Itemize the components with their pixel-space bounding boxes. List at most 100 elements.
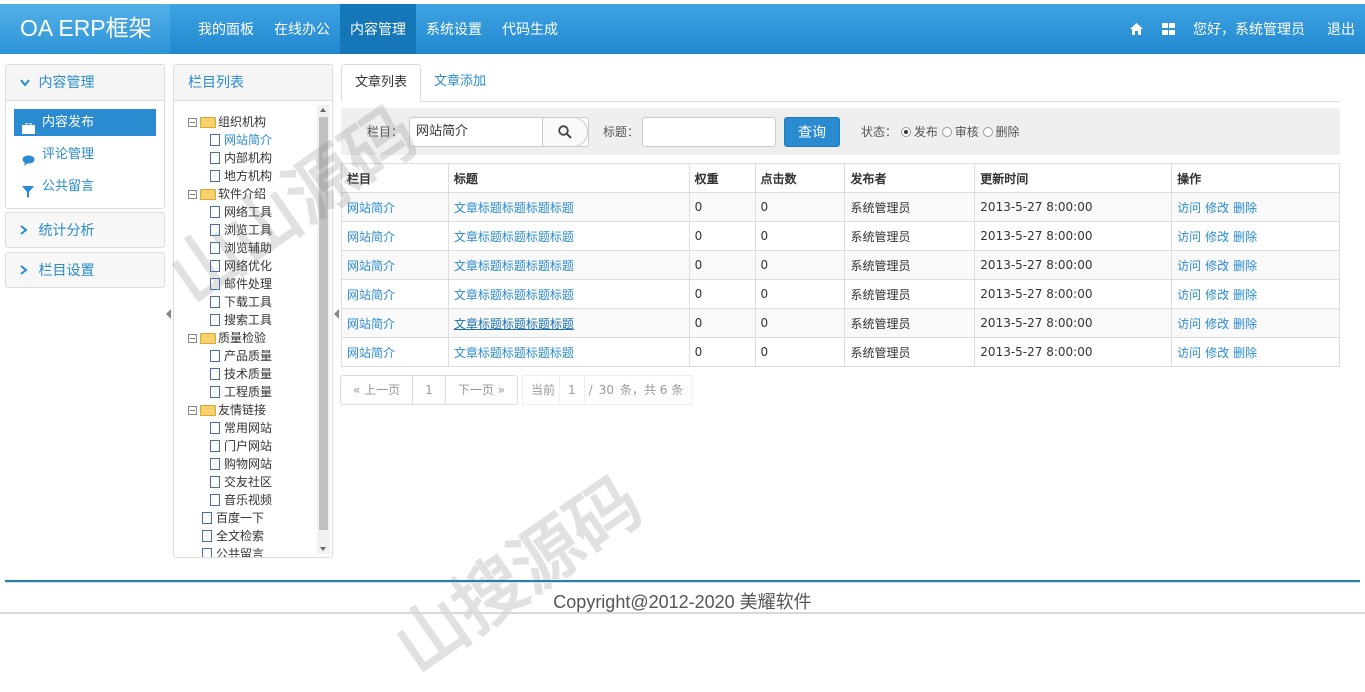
- tree-scrollbar[interactable]: [317, 105, 330, 554]
- row-column-link-text[interactable]: 网站简介: [347, 288, 395, 302]
- row-column-link-text[interactable]: 网站简介: [347, 230, 395, 244]
- edit-link[interactable]: 修改: [1205, 201, 1229, 215]
- row-column-link[interactable]: 网站简介: [341, 221, 449, 251]
- row-title-link[interactable]: 文章标题标题标题标题: [447, 279, 690, 309]
- status-radio-publish[interactable]: 发布: [900, 125, 938, 139]
- tree-node[interactable]: − 组织机构: [188, 113, 272, 131]
- radio-checked-icon[interactable]: [900, 127, 911, 137]
- current-page-input[interactable]: 1: [559, 375, 585, 405]
- row-title-link-text[interactable]: 文章标题标题标题标题: [454, 317, 574, 331]
- row-column-link[interactable]: 网站简介: [341, 192, 449, 222]
- tree-leaf-node[interactable]: 搜索工具: [188, 311, 272, 329]
- edit-link[interactable]: 修改: [1205, 346, 1229, 360]
- status-radio-review[interactable]: 审核: [941, 125, 979, 139]
- tree-leaf-node[interactable]: 购物网站: [188, 455, 272, 473]
- nav-item-dashboard[interactable]: 我的面板: [188, 4, 264, 54]
- scroll-thumb[interactable]: [319, 117, 328, 530]
- collapse-left-icon[interactable]: [334, 309, 339, 319]
- sidebar-group-stats[interactable]: 统计分析: [5, 212, 165, 248]
- tree-leaf-node[interactable]: 常用网站: [188, 419, 272, 437]
- row-title-link-text[interactable]: 文章标题标题标题标题: [454, 288, 574, 302]
- row-column-link-text[interactable]: 网站简介: [347, 317, 395, 331]
- edit-link[interactable]: 修改: [1205, 288, 1229, 302]
- collapse-toggle-icon[interactable]: −: [188, 189, 197, 199]
- edit-link[interactable]: 修改: [1205, 230, 1229, 244]
- visit-link[interactable]: 访问: [1177, 201, 1201, 215]
- tree-leaf-node[interactable]: 交友社区: [188, 473, 272, 491]
- radio-icon[interactable]: [982, 127, 993, 137]
- edit-link[interactable]: 修改: [1205, 259, 1229, 273]
- tree-leaf-node[interactable]: 浏览辅助: [188, 239, 272, 257]
- tree-scroll-area[interactable]: − 组织机构 网站简介 内部机构 地方机构 − 软件介绍 网络工具 浏览工具 浏览辅助 网络优化 邮件…: [174, 102, 332, 557]
- nav-item-settings[interactable]: 系统设置: [416, 4, 492, 54]
- delete-link[interactable]: 删除: [1233, 346, 1257, 360]
- col-header-clicks[interactable]: 点击数: [754, 163, 846, 193]
- row-title-link[interactable]: 文章标题标题标题标题: [447, 221, 690, 251]
- page-number-button[interactable]: 1: [412, 375, 446, 405]
- delete-link[interactable]: 删除: [1233, 259, 1257, 273]
- sidebar-group-columns[interactable]: 栏目设置: [5, 252, 165, 288]
- collapse-toggle-icon[interactable]: −: [188, 333, 197, 343]
- sidebar-section-header[interactable]: 内容管理: [6, 65, 164, 101]
- row-title-link[interactable]: 文章标题标题标题标题: [447, 250, 690, 280]
- visit-link[interactable]: 访问: [1177, 346, 1201, 360]
- row-column-link[interactable]: 网站简介: [341, 279, 449, 309]
- title-input[interactable]: [642, 117, 776, 147]
- nav-item-office[interactable]: 在线办公: [264, 4, 340, 54]
- grid-icon[interactable]: [1161, 22, 1175, 36]
- nav-item-content[interactable]: 内容管理: [340, 4, 416, 54]
- col-header-title[interactable]: 标题: [447, 163, 690, 193]
- tree-leaf-node[interactable]: 音乐视频: [188, 491, 272, 509]
- query-button[interactable]: 查询: [784, 117, 840, 147]
- row-title-link[interactable]: 文章标题标题标题标题: [447, 337, 690, 367]
- tree-node[interactable]: − 质量检验: [188, 329, 272, 347]
- row-column-link[interactable]: 网站简介: [341, 337, 449, 367]
- table-row[interactable]: 网站简介 文章标题标题标题标题 0 0 系统管理员 2013-5-27 8:00:00 访问…: [341, 221, 1340, 251]
- tab-article-add[interactable]: 文章添加: [421, 64, 499, 102]
- tree-leaf-node[interactable]: 下载工具: [188, 293, 272, 311]
- collapse-left-icon[interactable]: [166, 309, 171, 319]
- next-page-button[interactable]: 下一页 »: [444, 375, 518, 405]
- home-icon[interactable]: [1129, 22, 1143, 36]
- radio-icon[interactable]: [941, 127, 952, 137]
- tree-leaf-node[interactable]: 技术质量: [188, 365, 272, 383]
- tree-leaf-node[interactable]: 网站简介: [188, 131, 272, 149]
- delete-link[interactable]: 删除: [1233, 317, 1257, 331]
- visit-link[interactable]: 访问: [1177, 259, 1201, 273]
- row-column-link-text[interactable]: 网站简介: [347, 201, 395, 215]
- delete-link[interactable]: 删除: [1233, 288, 1257, 302]
- delete-link[interactable]: 删除: [1233, 230, 1257, 244]
- status-radio-deleted[interactable]: 删除: [982, 125, 1020, 139]
- tree-node[interactable]: 全文检索: [188, 527, 272, 545]
- delete-link[interactable]: 删除: [1233, 201, 1257, 215]
- row-column-link-text[interactable]: 网站简介: [347, 259, 395, 273]
- row-title-link[interactable]: 文章标题标题标题标题: [447, 308, 690, 338]
- tree-leaf-node[interactable]: 内部机构: [188, 149, 272, 167]
- sidebar-item-comments[interactable]: 评论管理: [14, 141, 156, 168]
- logout-link[interactable]: 退出: [1327, 19, 1355, 39]
- edit-link[interactable]: 修改: [1205, 317, 1229, 331]
- row-column-link-text[interactable]: 网站简介: [347, 346, 395, 360]
- row-title-link-text[interactable]: 文章标题标题标题标题: [454, 346, 574, 360]
- scroll-up-icon[interactable]: [320, 108, 326, 112]
- app-brand[interactable]: OA ERP框架: [0, 4, 170, 54]
- tree-splitter[interactable]: [334, 64, 340, 564]
- tree-node[interactable]: − 软件介绍: [188, 185, 272, 203]
- tree-leaf-node[interactable]: 工程质量: [188, 383, 272, 401]
- prev-page-button[interactable]: « 上一页: [340, 375, 414, 405]
- tab-article-list[interactable]: 文章列表: [341, 64, 422, 102]
- sidebar-item-publish[interactable]: 内容发布: [14, 109, 156, 136]
- col-header-column[interactable]: 栏目: [341, 163, 449, 193]
- nav-item-codegen[interactable]: 代码生成: [492, 4, 568, 54]
- tree-node[interactable]: 公共留言: [188, 545, 272, 557]
- col-header-weight[interactable]: 权重: [688, 163, 756, 193]
- table-row[interactable]: 网站简介 文章标题标题标题标题 0 0 系统管理员 2013-5-27 8:00:00 访问…: [341, 279, 1340, 309]
- row-column-link[interactable]: 网站简介: [341, 250, 449, 280]
- tree-leaf-node[interactable]: 邮件处理: [188, 275, 272, 293]
- tree-leaf-node[interactable]: 网络优化: [188, 257, 272, 275]
- col-header-updated[interactable]: 更新时间: [974, 163, 1173, 193]
- tree-leaf-node[interactable]: 产品质量: [188, 347, 272, 365]
- tree-leaf-node[interactable]: 地方机构: [188, 167, 272, 185]
- scroll-down-icon[interactable]: [320, 547, 326, 551]
- tree-leaf-node[interactable]: 门户网站: [188, 437, 272, 455]
